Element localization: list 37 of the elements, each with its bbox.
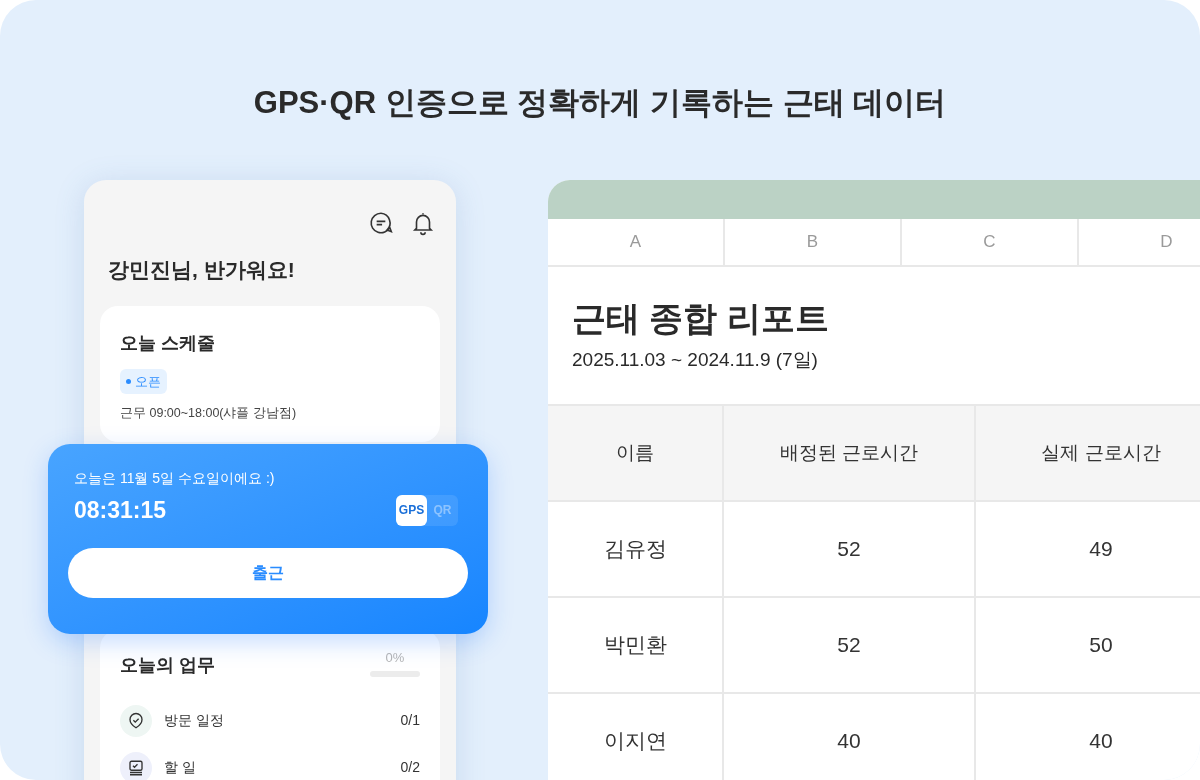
table-cell: 박민환: [548, 598, 724, 692]
status-tag: 오픈: [120, 368, 167, 394]
check-in-button[interactable]: 출근: [68, 547, 468, 598]
table-cell: 50: [976, 598, 1200, 692]
progress-percent: 0%: [385, 648, 405, 667]
schedule-title: 오늘 스케줄: [120, 331, 216, 355]
table-header: 배정된 근로시간: [724, 406, 976, 500]
table-header: 실제 근로시간: [976, 406, 1200, 500]
table-cell: 김유정: [548, 502, 724, 596]
report-period: 2025.11.03 ~ 2024.11.9 (7일): [572, 348, 819, 372]
task-label[interactable]: 방문 일정: [164, 710, 389, 731]
clock-time: 08:31:15: [74, 496, 167, 525]
column-letter: C: [902, 219, 1079, 265]
date-text: 오늘은 11월 5일 수요일이에요 :): [73, 469, 276, 488]
bell-icon[interactable]: [410, 210, 436, 236]
table-cell: 49: [976, 502, 1200, 596]
task-count: 0/2: [400, 758, 420, 777]
table-header: 이름: [548, 406, 724, 500]
mode-tab[interactable]: GPS: [396, 494, 427, 526]
column-letter: A: [548, 219, 725, 265]
table-cell: 이지연: [548, 694, 724, 780]
table-cell: 40: [724, 694, 976, 780]
table-cell: 40: [976, 694, 1200, 780]
task-label[interactable]: 할 일: [164, 757, 389, 778]
table-cell: 52: [724, 502, 976, 596]
task-count: 0/1: [400, 711, 420, 730]
headline: GPS·QR 인증으로 정확하게 기록하는 근태 데이터: [252, 84, 948, 122]
report-title: 근태 종합 리포트: [572, 298, 830, 339]
work-hours: 근무 09:00~18:00(샤플 강남점): [120, 405, 298, 422]
column-letter: B: [725, 219, 902, 265]
table-cell: 52: [724, 598, 976, 692]
greeting: 강민진님, 반가워요!: [107, 257, 296, 283]
checklist-icon: [120, 751, 152, 780]
chat-icon[interactable]: [368, 210, 394, 236]
tasks-title: 오늘의 업무: [120, 653, 215, 677]
column-letter: D: [1079, 219, 1200, 265]
shield-check-icon: [120, 704, 152, 737]
